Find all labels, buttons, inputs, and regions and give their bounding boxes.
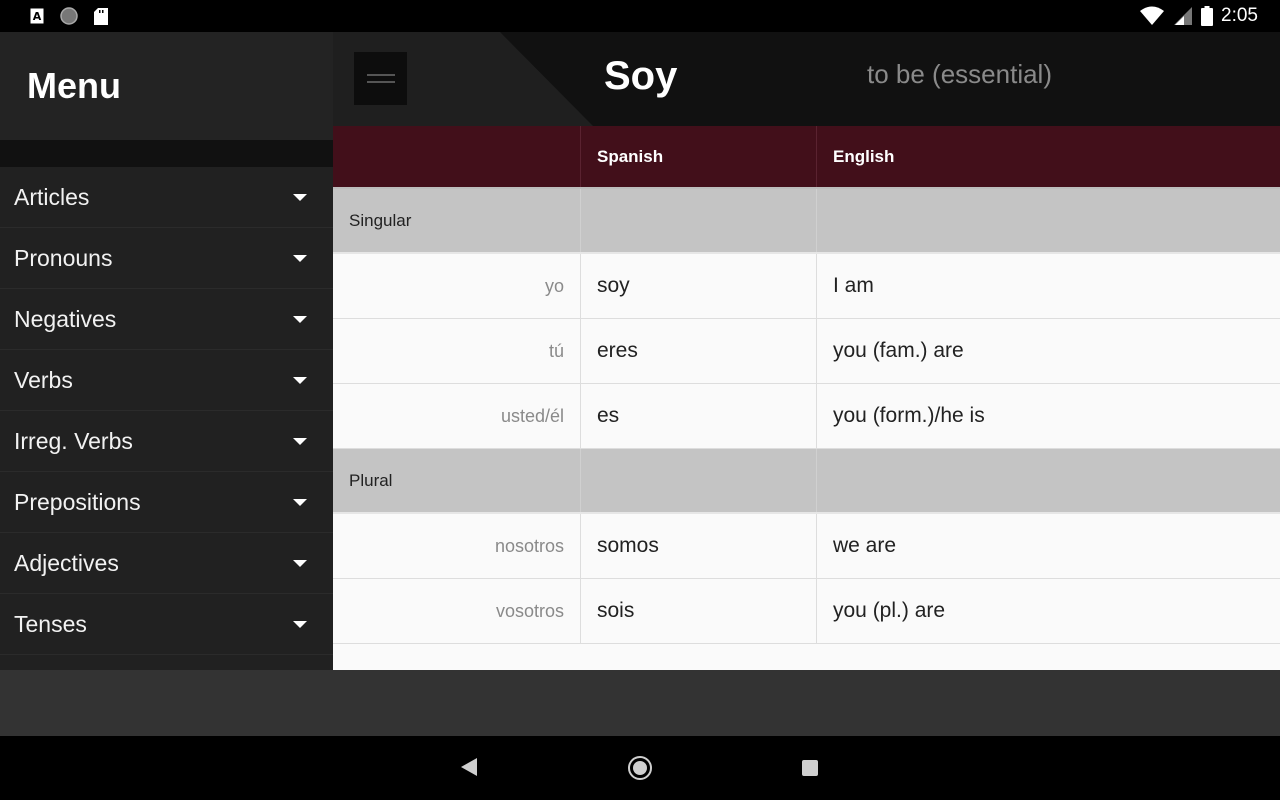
page-title: Soy [604, 54, 678, 98]
status-bar: A 2:05 [0, 0, 1280, 32]
menu-header: Menu [0, 32, 333, 140]
sidebar-item-label: Articles [14, 183, 90, 210]
spanish-cell: eres [597, 339, 638, 362]
section-label: Plural [349, 470, 393, 490]
circle-icon [60, 7, 78, 25]
pronoun-cell: yo [544, 275, 564, 296]
english-cell: I am [833, 274, 874, 297]
spanish-cell: sois [597, 599, 635, 622]
conjugation-table: Spanish English Singular yo soy I am tú … [333, 126, 1280, 670]
sidebar-item-prepositions[interactable]: Prepositions [0, 472, 333, 533]
column-header-spanish: Spanish [581, 126, 817, 187]
page-subtitle: to be (essential) [867, 59, 1052, 89]
caret-down-icon [293, 498, 307, 506]
pronoun-cell: nosotros [494, 535, 564, 556]
clock: 2:05 [1221, 5, 1258, 26]
sidebar-item-articles[interactable]: Articles [0, 167, 333, 228]
back-icon[interactable] [461, 758, 477, 776]
sidebar-item-pronouns[interactable]: Pronouns [0, 228, 333, 289]
caret-down-icon [293, 376, 307, 384]
home-icon[interactable] [628, 756, 652, 780]
sidebar-menu: Menu Articles Pronouns Negatives Verbs I… [0, 32, 333, 670]
menu-toggle-button[interactable] [354, 52, 407, 105]
spanish-cell: somos [597, 534, 659, 557]
bottom-panel [0, 670, 1280, 736]
spanish-cell: soy [597, 274, 630, 297]
section-row-plural: Plural [333, 449, 1280, 514]
font-icon: A [28, 7, 46, 25]
menu-title: Menu [27, 65, 121, 106]
recents-icon[interactable] [802, 760, 818, 776]
battery-icon [1201, 6, 1214, 26]
signal-icon [1173, 7, 1193, 25]
menu-divider [0, 140, 333, 167]
status-left-icons: A [28, 7, 110, 25]
caret-down-icon [293, 559, 307, 567]
sidebar-item-verbs[interactable]: Verbs [0, 350, 333, 411]
caret-down-icon [293, 620, 307, 628]
sidebar-item-negatives[interactable]: Negatives [0, 289, 333, 350]
navigation-bar [0, 736, 1280, 800]
table-row: vosotros sois you (pl.) are [333, 579, 1280, 644]
caret-down-icon [293, 254, 307, 262]
svg-text:A: A [33, 10, 42, 23]
sidebar-item-adjectives[interactable]: Adjectives [0, 533, 333, 594]
section-label: Singular [349, 210, 412, 230]
sidebar-item-label: Tenses [14, 610, 87, 637]
sidebar-item-label: Negatives [14, 305, 117, 332]
caret-down-icon [293, 437, 307, 445]
caret-down-icon [293, 315, 307, 323]
sd-card-icon [92, 7, 110, 25]
sidebar-item-label: Prepositions [14, 488, 141, 515]
table-row: yo soy I am [333, 254, 1280, 319]
table-row: nosotros somos we are [333, 514, 1280, 579]
sidebar-item-tenses[interactable]: Tenses [0, 594, 333, 655]
pronoun-cell: usted/él [500, 405, 564, 426]
sidebar-item-irreg-verbs[interactable]: Irreg. Verbs [0, 411, 333, 472]
sidebar-item-label: Irreg. Verbs [14, 427, 133, 454]
status-right-icons: 2:05 [1139, 5, 1258, 27]
menu-line-icon [366, 81, 395, 83]
table-row: usted/él es you (form.)/he is [333, 384, 1280, 449]
table-row: tú eres you (fam.) are [333, 319, 1280, 384]
spanish-cell: es [597, 404, 620, 427]
pronoun-cell: tú [548, 340, 564, 361]
caret-down-icon [293, 193, 307, 201]
column-header-english: English [817, 126, 1280, 187]
english-cell: you (fam.) are [833, 339, 964, 362]
table-header-row: Spanish English [333, 126, 1280, 189]
column-header-label: Spanish [597, 146, 664, 166]
english-cell: we are [833, 534, 897, 557]
sidebar-item-label: Pronouns [14, 244, 113, 271]
sidebar-item-label: Verbs [14, 366, 73, 393]
sidebar-item-label: Adjectives [14, 549, 119, 576]
column-header-label: English [833, 146, 895, 166]
wifi-icon [1139, 6, 1165, 25]
column-header-empty [333, 126, 581, 187]
top-bar: Soy to be (essential) [333, 32, 1280, 126]
english-cell: you (form.)/he is [833, 404, 985, 427]
english-cell: you (pl.) are [833, 599, 946, 622]
section-row-singular: Singular [333, 189, 1280, 254]
menu-line-icon [366, 74, 395, 76]
pronoun-cell: vosotros [495, 600, 564, 621]
